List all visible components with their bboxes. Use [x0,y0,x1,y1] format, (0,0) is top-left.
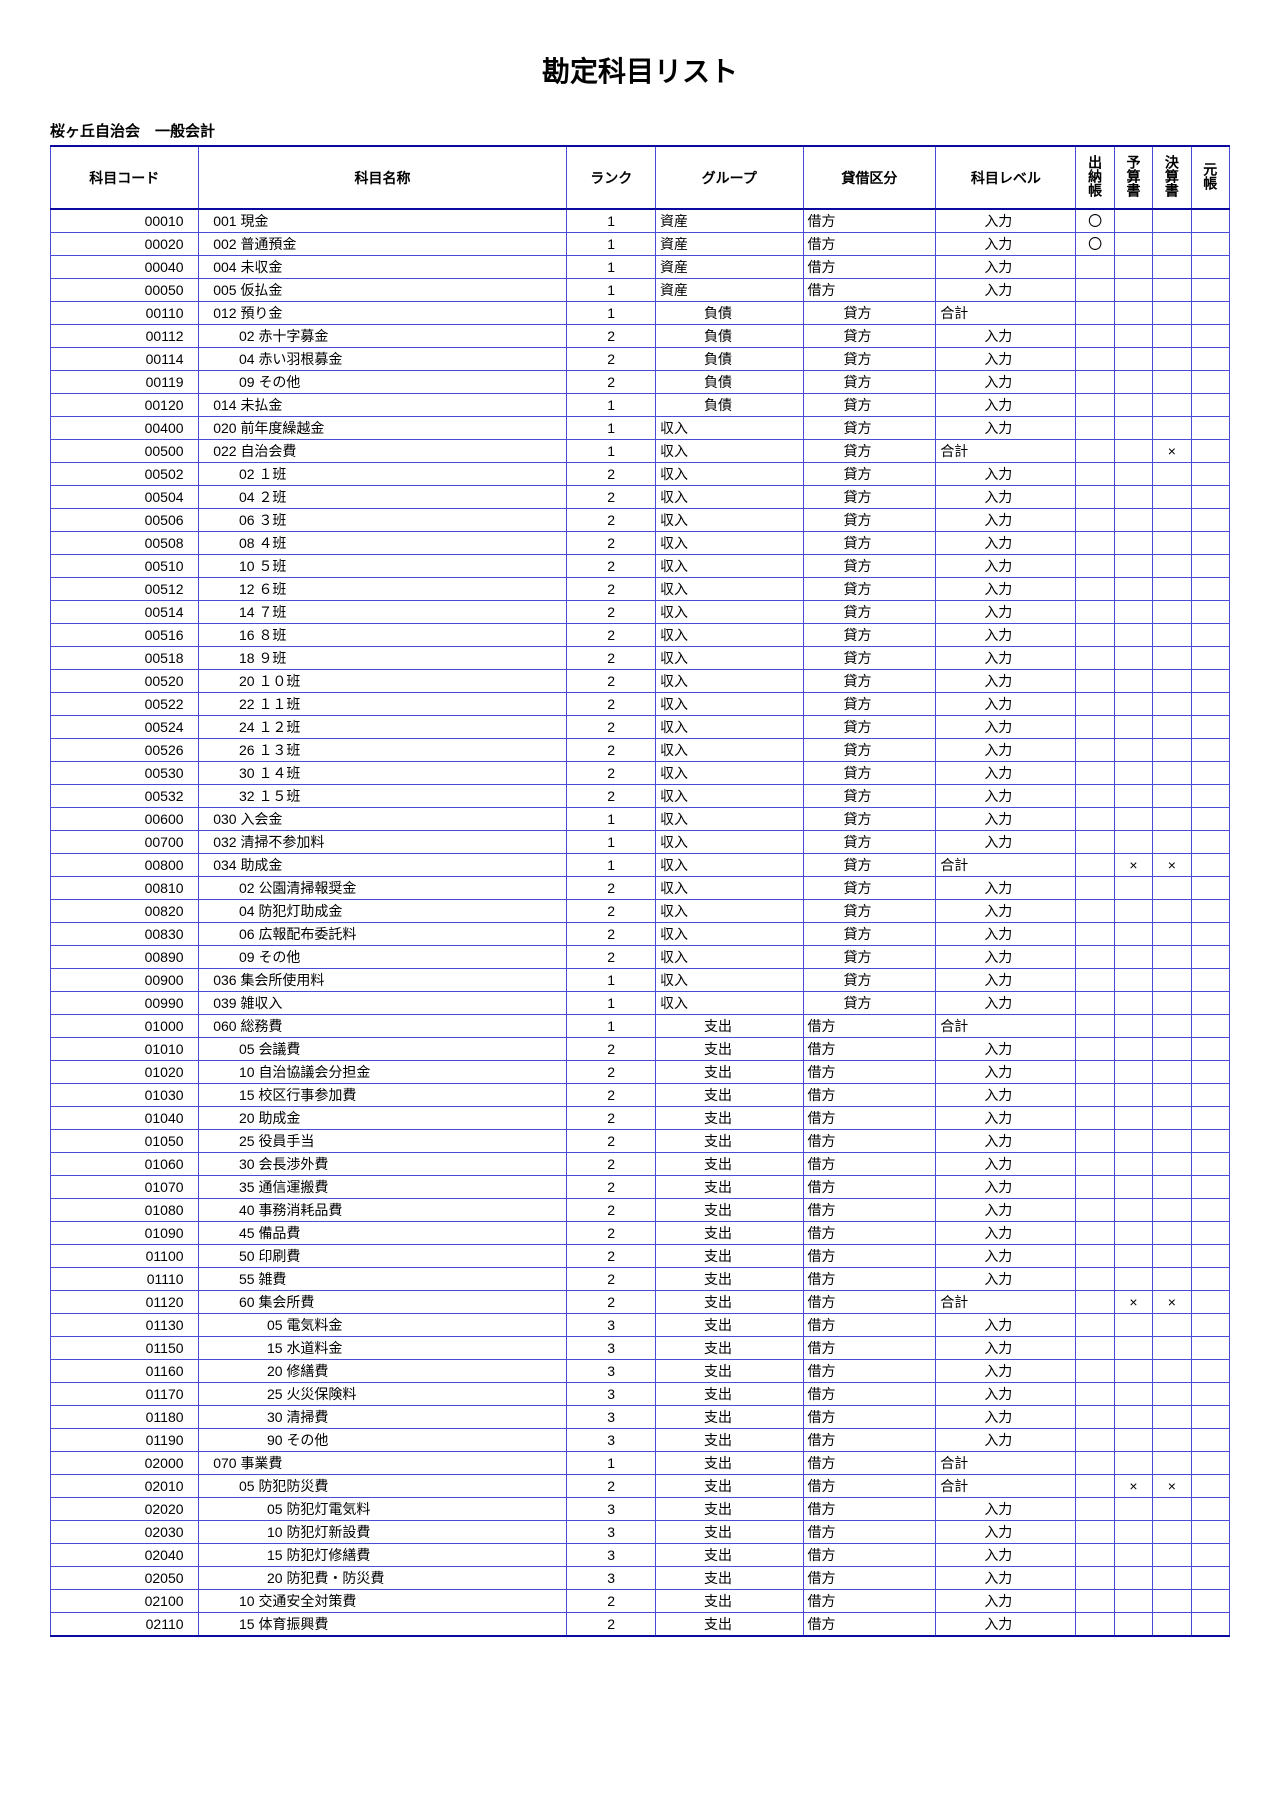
page-title: 勘定科目リスト [50,50,1230,90]
table-row: 00400020 前年度繰越金1収入貸方入力 [51,417,1230,440]
table-row: 0113005 電気料金3支出借方入力 [51,1314,1230,1337]
table-row: 0051414 ７班2収入貸方入力 [51,601,1230,624]
header-cashbook: 出納帳 [1076,146,1114,209]
table-row: 0050808 ４班2収入貸方入力 [51,532,1230,555]
table-row: 0053030 １４班2収入貸方入力 [51,762,1230,785]
table-row: 0203010 防犯灯新設費3支出借方入力 [51,1521,1230,1544]
table-row: 0210010 交通安全対策費2支出借方入力 [51,1590,1230,1613]
table-row: 00500022 自治会費1収入貸方合計× [51,440,1230,463]
table-row: 0011909 その他2負債貸方入力 [51,371,1230,394]
table-row: 0202005 防犯灯電気料3支出借方入力 [51,1498,1230,1521]
table-row: 00990039 雑収入1収入貸方入力 [51,992,1230,1015]
header-ledger: 元帳 [1191,146,1229,209]
table-row: 0051616 ８班2収入貸方入力 [51,624,1230,647]
table-row: 00040004 未収金1資産借方入力 [51,256,1230,279]
table-row: 0108040 事務消耗品費2支出借方入力 [51,1199,1230,1222]
table-row: 00600030 入会金1収入貸方入力 [51,808,1230,831]
table-row: 0205020 防犯費・防災費3支出借方入力 [51,1567,1230,1590]
table-row: 0083006 広報配布委託料2収入貸方入力 [51,923,1230,946]
table-row: 0204015 防犯灯修繕費3支出借方入力 [51,1544,1230,1567]
header-budget: 予算書 [1114,146,1152,209]
account-table: 科目コード 科目名称 ランク グループ 貸借区分 科目レベル 出納帳 予算書 決… [50,145,1230,1637]
table-row: 0110050 印刷費2支出借方入力 [51,1245,1230,1268]
table-row: 0117025 火災保険料3支出借方入力 [51,1383,1230,1406]
table-row: 00050005 仮払金1資産借方入力 [51,279,1230,302]
table-row: 0112060 集会所費2支出借方合計×× [51,1291,1230,1314]
header-level: 科目レベル [936,146,1076,209]
table-row: 0118030 清掃費3支出借方入力 [51,1406,1230,1429]
table-row: 0053232 １５班2収入貸方入力 [51,785,1230,808]
table-row: 0050606 ３班2収入貸方入力 [51,509,1230,532]
table-row: 00700032 清掃不参加料1収入貸方入力 [51,831,1230,854]
table-row: 01000060 総務費1支出借方合計 [51,1015,1230,1038]
table-row: 0050404 ２班2収入貸方入力 [51,486,1230,509]
table-row: 0106030 会長渉外費2支出借方入力 [51,1153,1230,1176]
table-row: 0211015 体育振興費2支出借方入力 [51,1613,1230,1637]
table-row: 0107035 通信運搬費2支出借方入力 [51,1176,1230,1199]
table-row: 0051010 ５班2収入貸方入力 [51,555,1230,578]
table-row: 0105025 役員手当2支出借方入力 [51,1130,1230,1153]
organization-label: 桜ヶ丘自治会 一般会計 [50,120,1230,141]
table-row: 0116020 修繕費3支出借方入力 [51,1360,1230,1383]
table-row: 0089009 その他2収入貸方入力 [51,946,1230,969]
table-row: 0201005 防犯防災費2支出借方合計×× [51,1475,1230,1498]
table-row: 00120014 未払金1負債貸方入力 [51,394,1230,417]
table-row: 0109045 備品費2支出借方入力 [51,1222,1230,1245]
table-header-row: 科目コード 科目名称 ランク グループ 貸借区分 科目レベル 出納帳 予算書 決… [51,146,1230,209]
table-row: 0011202 赤十字募金2負債貸方入力 [51,325,1230,348]
header-name: 科目名称 [198,146,567,209]
table-row: 0052626 １３班2収入貸方入力 [51,739,1230,762]
table-row: 0101005 会議費2支出借方入力 [51,1038,1230,1061]
table-row: 0104020 助成金2支出借方入力 [51,1107,1230,1130]
table-row: 00900036 集会所使用料1収入貸方入力 [51,969,1230,992]
table-row: 02000070 事業費1支出借方合計 [51,1452,1230,1475]
table-row: 0119090 その他3支出借方入力 [51,1429,1230,1452]
header-rank: ランク [567,146,656,209]
table-row: 0052020 １０班2収入貸方入力 [51,670,1230,693]
table-row: 0052424 １２班2収入貸方入力 [51,716,1230,739]
table-row: 0051818 ９班2収入貸方入力 [51,647,1230,670]
header-drcr: 貸借区分 [803,146,936,209]
table-row: 0103015 校区行事参加費2支出借方入力 [51,1084,1230,1107]
table-row: 0051212 ６班2収入貸方入力 [51,578,1230,601]
table-row: 0081002 公園清掃報奨金2収入貸方入力 [51,877,1230,900]
header-settlement: 決算書 [1153,146,1191,209]
table-row: 00800034 助成金1収入貸方合計×× [51,854,1230,877]
table-row: 00020002 普通預金1資産借方入力〇 [51,233,1230,256]
table-row: 00010001 現金1資産借方入力〇 [51,209,1230,233]
table-row: 0102010 自治協議会分担金2支出借方入力 [51,1061,1230,1084]
table-row: 0050202 １班2収入貸方入力 [51,463,1230,486]
table-row: 0011404 赤い羽根募金2負債貸方入力 [51,348,1230,371]
header-code: 科目コード [51,146,199,209]
table-row: 0052222 １１班2収入貸方入力 [51,693,1230,716]
table-row: 0115015 水道料金3支出借方入力 [51,1337,1230,1360]
table-row: 00110012 預り金1負債貸方合計 [51,302,1230,325]
header-group: グループ [655,146,803,209]
table-row: 0111055 雑費2支出借方入力 [51,1268,1230,1291]
table-row: 0082004 防犯灯助成金2収入貸方入力 [51,900,1230,923]
